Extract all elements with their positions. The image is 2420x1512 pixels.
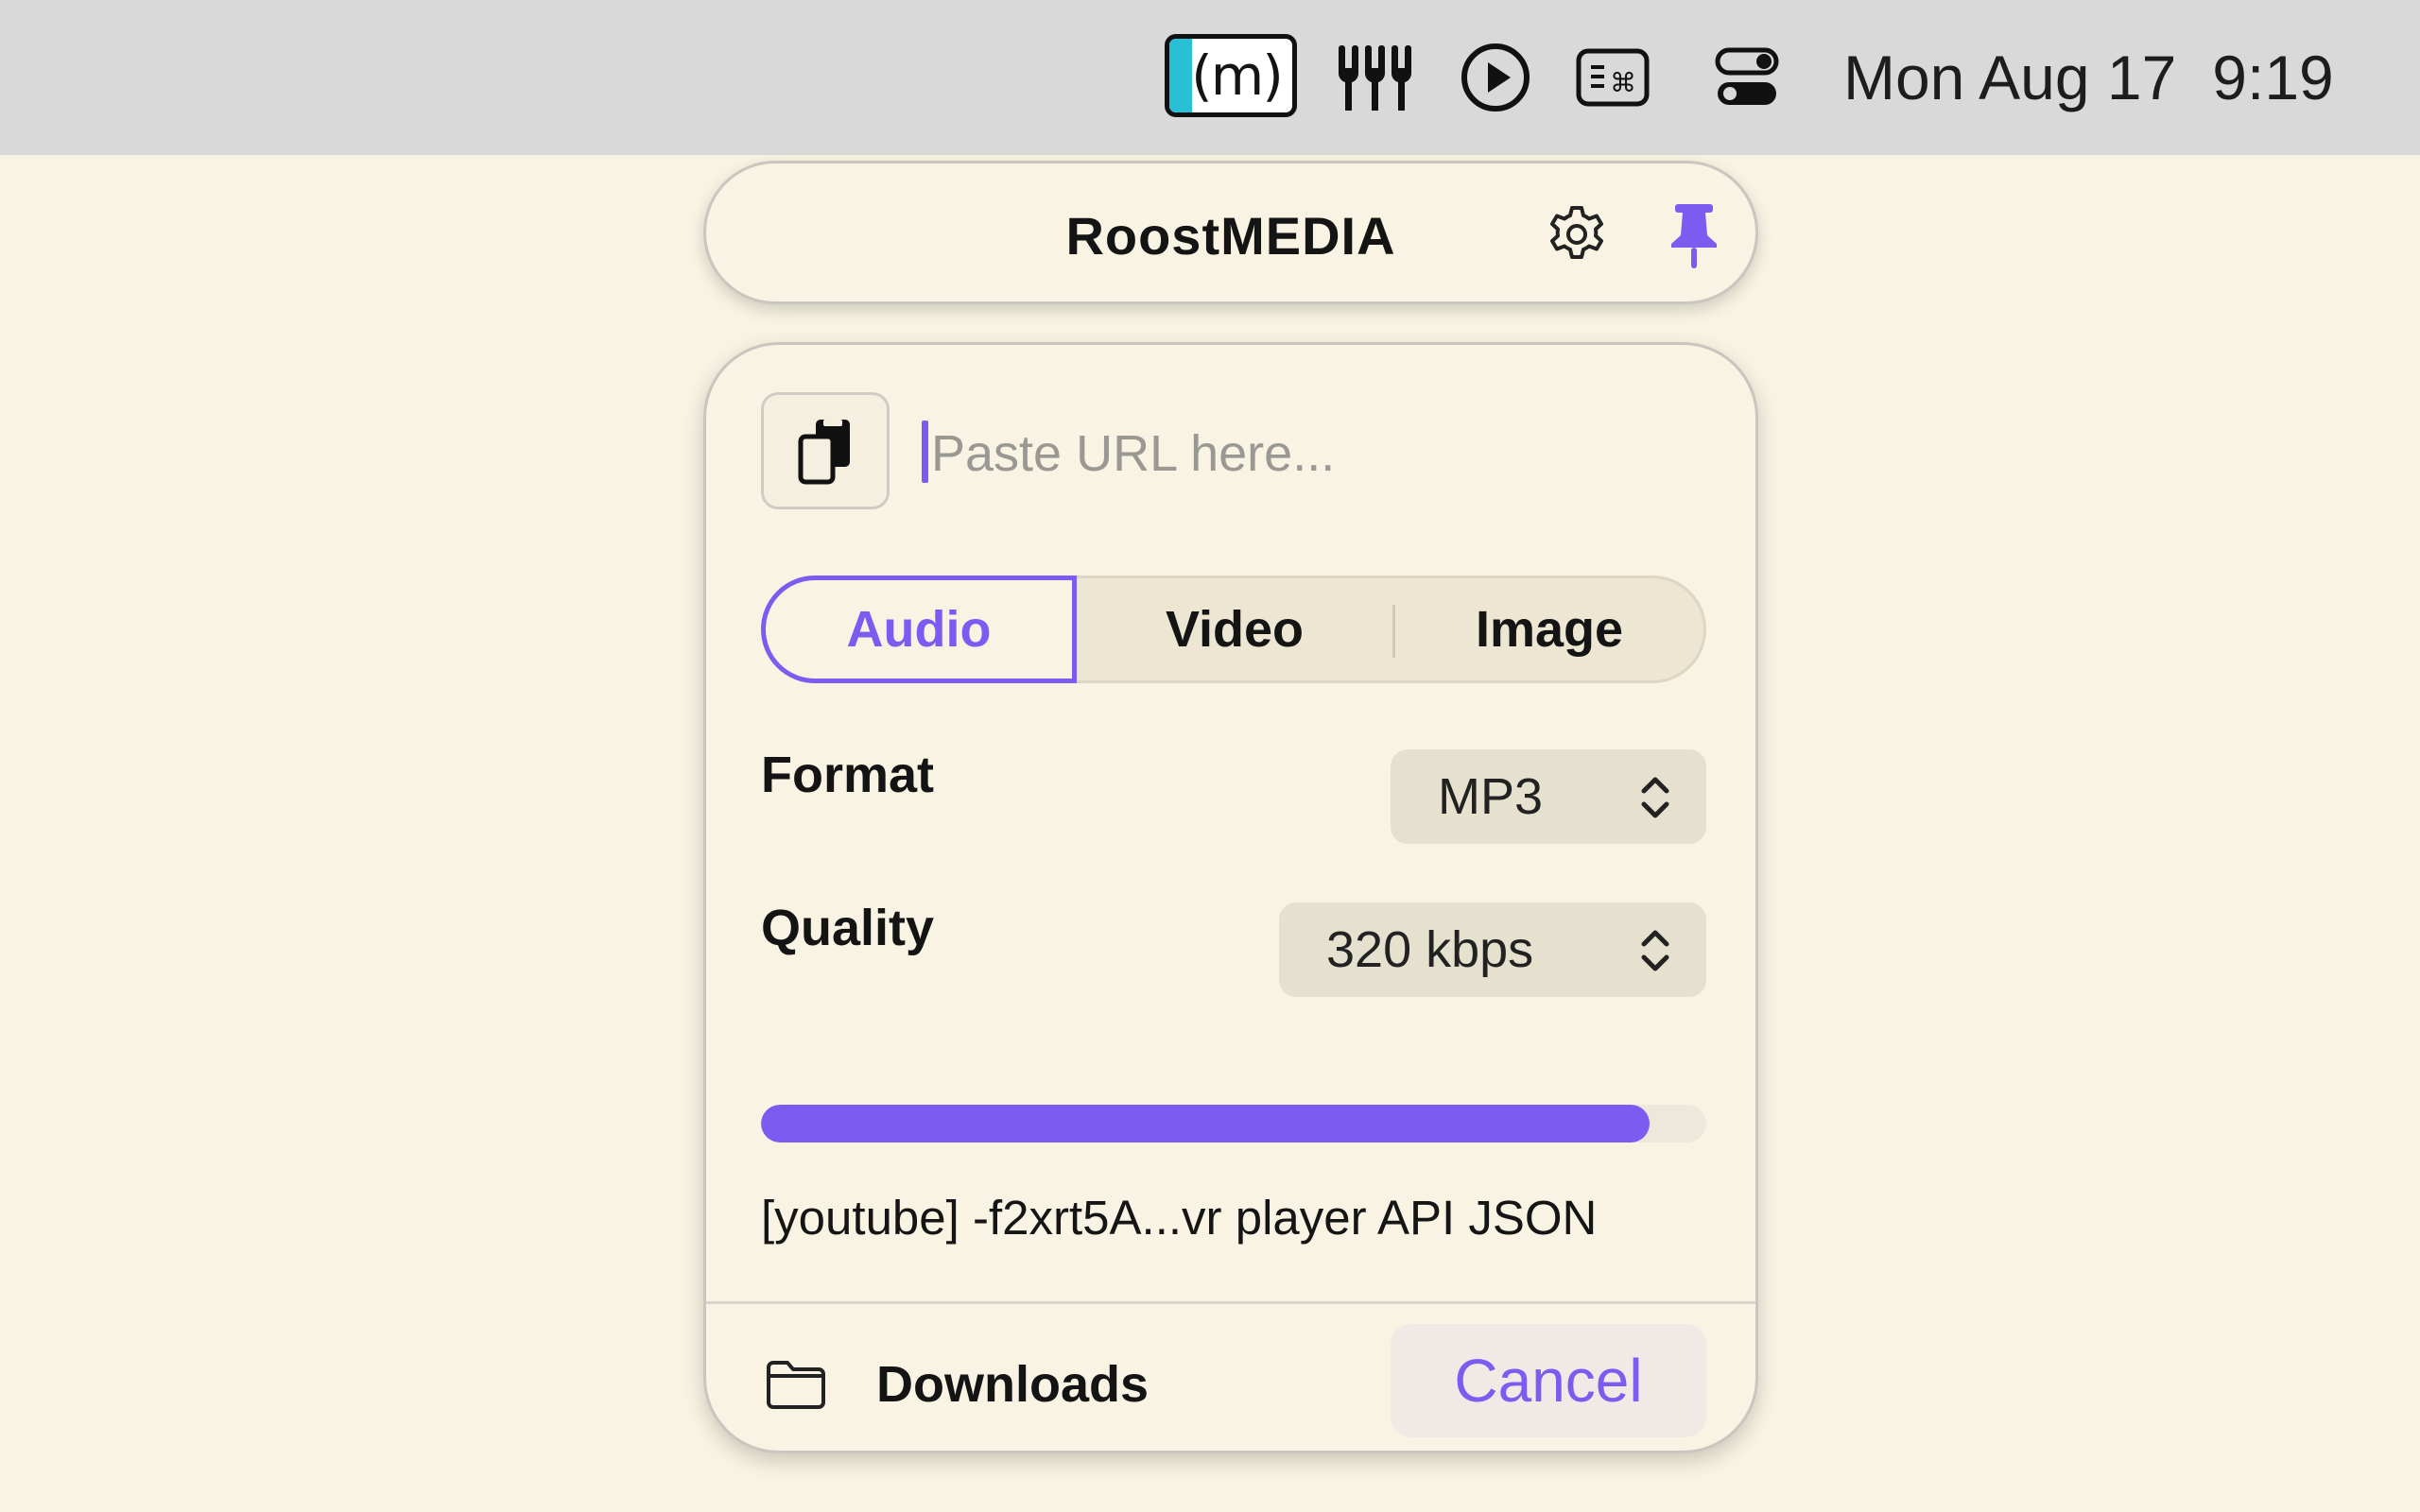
progress-fill xyxy=(761,1105,1650,1143)
pin-icon[interactable] xyxy=(1664,200,1724,270)
menu-bar: (m) ⌘ Mon Aug 17 9:19 xyxy=(0,0,2420,155)
paste-clipboard-button[interactable] xyxy=(761,392,890,509)
format-value: MP3 xyxy=(1438,768,1544,825)
format-label: Format xyxy=(761,747,935,803)
text-cursor xyxy=(922,421,928,483)
tab-video[interactable]: Video xyxy=(1077,578,1392,680)
footer-divider xyxy=(706,1301,1755,1304)
tab-audio[interactable]: Audio xyxy=(761,576,1077,683)
svg-text:⌘: ⌘ xyxy=(1610,67,1636,98)
menubar-clock[interactable]: Mon Aug 17 9:19 xyxy=(1843,34,2334,121)
tuning-forks-icon[interactable] xyxy=(1331,34,1418,121)
keyboard-shortcuts-icon[interactable]: ⌘ xyxy=(1575,34,1651,121)
menubar-date: Mon Aug 17 xyxy=(1843,43,2177,112)
gear-icon[interactable] xyxy=(1547,204,1607,265)
format-select[interactable]: MP3 xyxy=(1391,749,1706,844)
media-type-segmented-control: Audio Video Image xyxy=(761,576,1706,683)
chevron-up-down-icon xyxy=(1641,930,1669,971)
quality-label: Quality xyxy=(761,900,935,956)
download-folder-label[interactable]: Downloads xyxy=(876,1349,1149,1420)
menubar-time: 9:19 xyxy=(2212,43,2334,112)
clipboard-paste-icon xyxy=(798,420,850,485)
menubar-app-label: (m) xyxy=(1191,43,1284,108)
quality-value: 320 kbps xyxy=(1326,921,1534,978)
cancel-button[interactable]: Cancel xyxy=(1391,1324,1706,1437)
status-message: [youtube] -f2xrt5A...vr player API JSON xyxy=(761,1191,1598,1245)
chevron-up-down-icon xyxy=(1641,777,1669,818)
control-center-icon[interactable] xyxy=(1713,34,1781,121)
roostmedia-menubar-icon[interactable]: (m) xyxy=(1165,34,1297,117)
tab-image[interactable]: Image xyxy=(1392,578,1706,680)
folder-icon[interactable] xyxy=(765,1358,827,1411)
download-panel: Audio Video Image Format MP3 Quality 320… xyxy=(703,342,1758,1453)
url-input[interactable] xyxy=(929,405,1670,502)
download-progress-bar xyxy=(761,1105,1706,1143)
quality-select[interactable]: 320 kbps xyxy=(1279,902,1706,997)
play-circle-icon[interactable] xyxy=(1458,34,1533,121)
